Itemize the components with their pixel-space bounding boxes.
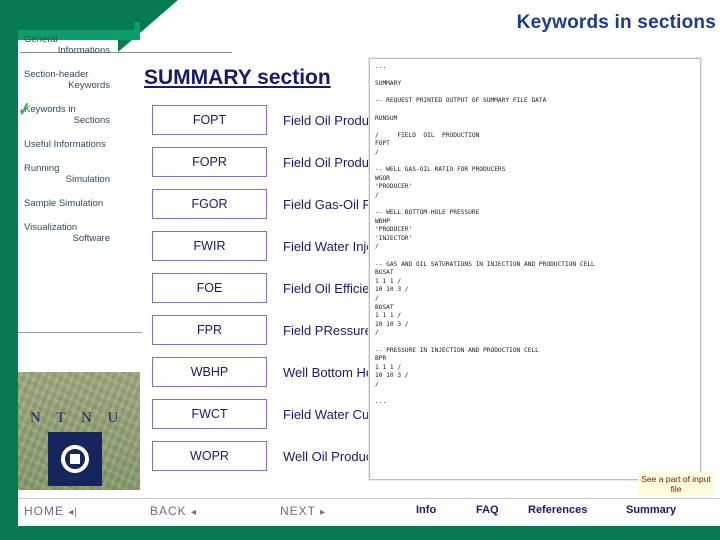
keyword-code-box[interactable]: FOE: [152, 273, 267, 303]
input-file-code: ... SUMMARY -- REQUEST PRINTED OUTPUT OF…: [375, 63, 595, 406]
ntnu-logo-icon: [48, 432, 102, 486]
sidebar-item-label: Software: [72, 233, 111, 244]
sidebar-item-label: Simulation: [65, 174, 110, 185]
sidebar-item-label: Running: [24, 163, 60, 174]
keyword-description: Field PRessure: [283, 322, 372, 338]
sidebar-item-label: Sections: [73, 115, 110, 126]
sidebar-item-label: Section-header: [24, 69, 89, 80]
sidebar-divider: [18, 332, 142, 333]
keyword-code-box[interactable]: WBHP: [152, 357, 267, 387]
nav-home[interactable]: HOME ◂|: [24, 504, 78, 518]
sidebar-item-useful-informations[interactable]: Useful Informations: [18, 139, 142, 150]
sidebar-item-label: Keywords: [68, 80, 110, 91]
nav-info[interactable]: Info: [416, 504, 436, 516]
sidebar-nav: General Informations Section-header Keyw…: [18, 34, 142, 257]
section-heading: SUMMARY section: [144, 66, 331, 89]
keyword-code-box[interactable]: FOPR: [152, 147, 267, 177]
nav-next-label: NEXT: [280, 504, 316, 518]
page-title: Keywords in sections: [516, 12, 716, 33]
keyword-description: Field Water CuT: [283, 406, 378, 422]
left-triangle-icon[interactable]: ◂: [191, 507, 197, 518]
sidebar-item-section-header-keywords[interactable]: Section-header Keywords: [18, 69, 142, 91]
nav-back-label: BACK: [150, 504, 187, 518]
sidebar-item-general-informations[interactable]: General Informations: [18, 34, 142, 56]
callout-see-input-file: See a part of input file: [638, 472, 714, 496]
prev-triangle-icon[interactable]: ◂|: [68, 507, 78, 518]
keyword-code-box[interactable]: WOPR: [152, 441, 267, 471]
keyword-code-box[interactable]: FGOR: [152, 189, 267, 219]
sidebar-item-running-simulation[interactable]: Running Simulation: [18, 163, 142, 185]
sidebar-item-label: Visualization: [24, 222, 78, 233]
sidebar-item-sample-simulation[interactable]: Sample Simulation: [18, 198, 142, 209]
checkmark-icon: ✓: [18, 99, 31, 121]
nav-summary[interactable]: Summary: [626, 504, 676, 516]
sidebar-item-label: Informations: [57, 45, 110, 56]
bottom-green-bar: [0, 526, 720, 540]
keyword-code-box[interactable]: FWCT: [152, 399, 267, 429]
sidebar-item-keywords-in-sections[interactable]: ✓ Keywords in Sections: [18, 99, 142, 126]
sidebar-item-label: Sample Simulation: [24, 198, 104, 209]
sidebar-item-visualization-software[interactable]: Visualization Software: [18, 222, 142, 244]
bottom-navbar: HOME ◂| BACK ◂ NEXT ▸ Info FAQ Reference…: [0, 500, 720, 526]
nav-back[interactable]: BACK ◂: [150, 504, 197, 518]
navbar-rule: [18, 498, 720, 499]
sidebar-item-label: General: [24, 34, 58, 45]
nav-home-label: HOME: [24, 504, 64, 518]
keyword-code-box[interactable]: FPR: [152, 315, 267, 345]
left-green-bar: [0, 0, 18, 540]
sidebar-item-label: Keywords in: [24, 104, 76, 115]
keyword-code-box[interactable]: FOPT: [152, 105, 267, 135]
top-green-strip: [0, 0, 150, 22]
right-triangle-icon[interactable]: ▸: [320, 507, 326, 518]
ntnu-logo-center: [70, 454, 80, 464]
keyword-code-box[interactable]: FWIR: [152, 231, 267, 261]
nav-references[interactable]: References: [528, 504, 587, 516]
ntnu-wordmark: N T N U: [30, 410, 125, 426]
sidebar-item-label: Useful Informations: [24, 139, 106, 150]
nav-next[interactable]: NEXT ▸: [280, 504, 326, 518]
input-file-screenshot[interactable]: ... SUMMARY -- REQUEST PRINTED OUTPUT OF…: [369, 58, 701, 480]
nav-faq[interactable]: FAQ: [476, 504, 499, 516]
